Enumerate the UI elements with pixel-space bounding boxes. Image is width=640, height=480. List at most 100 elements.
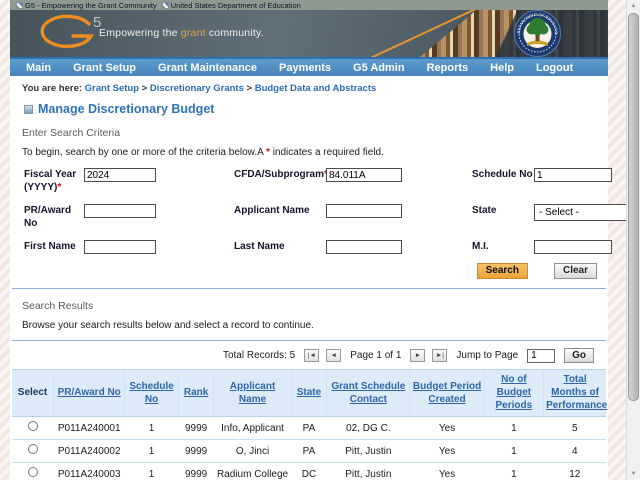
column-header-select: Select <box>18 387 47 398</box>
nav-item-help[interactable]: Help <box>479 62 525 74</box>
frame-title-text: G5 - Empowering the Grant Community <box>25 1 157 10</box>
education-seal-logo: DEPARTMENT OF EDUCATION <box>514 10 561 57</box>
cell-budget-period-created: Yes <box>410 440 484 463</box>
column-header-applicant-name[interactable]: Applicant Name <box>230 381 276 405</box>
cell-state: PA <box>291 440 327 463</box>
last-name-input[interactable] <box>326 240 402 254</box>
banner-tagline: Empowering the grant community. <box>99 27 264 39</box>
previous-page-button[interactable]: ◄ <box>326 349 341 362</box>
nav-item-payments[interactable]: Payments <box>268 62 342 74</box>
results-table: Select PR/Award No Schedule No Rank Appl… <box>12 369 606 480</box>
page-title-icon <box>24 105 33 114</box>
nav-item-g5-admin[interactable]: G5 Admin <box>342 62 416 74</box>
total-records: Total Records: 5 <box>223 350 295 361</box>
tagline-highlight: grant <box>181 27 206 39</box>
cfda-subprogram-input[interactable] <box>326 168 402 182</box>
table-header-row: Select PR/Award No Schedule No Rank Appl… <box>12 370 606 417</box>
column-header-no-of-budget-periods[interactable]: No of Budget Periods <box>496 374 533 411</box>
page-title: Manage Discretionary Budget <box>10 96 608 116</box>
nav-item-grant-setup[interactable]: Grant Setup <box>62 62 147 74</box>
broken-image-icon <box>16 2 23 9</box>
frame-title-2: United States Department of Education <box>162 1 301 10</box>
cell-budget-period-created: Yes <box>410 417 484 440</box>
page-title-text: Manage Discretionary Budget <box>38 102 214 116</box>
scrollbar-thumb[interactable] <box>628 13 639 401</box>
broken-image-icon <box>162 2 169 9</box>
first-name-label: First Name <box>24 240 84 254</box>
cell-rank: 9999 <box>178 463 214 480</box>
search-form-actions: Search Clear <box>10 254 608 279</box>
page-content: G5 - Empowering the Grant Community Unit… <box>10 0 608 480</box>
cell-schedule-no: 1 <box>125 417 178 440</box>
pr-award-no-label: PR/Award No <box>24 204 84 230</box>
table-row: P011A240001 1 9999 Info, Applicant PA 02… <box>12 417 606 440</box>
instructions-suffix: indicates a required field. <box>270 147 384 158</box>
state-select[interactable]: - Select - <box>534 204 640 221</box>
cell-grant-schedule-contact: 02, DG C. <box>327 417 410 440</box>
state-label: State <box>472 204 534 218</box>
cfda-subprogram-label: CFDA/Subprogram* <box>234 168 326 182</box>
scroll-down-icon[interactable]: ▼ <box>627 468 640 480</box>
frame-title-strip: G5 - Empowering the Grant Community Unit… <box>10 0 608 10</box>
column-header-pr-award-no[interactable]: PR/Award No <box>58 387 121 398</box>
applicant-name-label: Applicant Name <box>234 204 326 218</box>
cell-applicant-name: Radium College <box>214 463 291 480</box>
cell-state: PA <box>291 417 327 440</box>
first-name-input[interactable] <box>84 240 156 254</box>
pagination-top: Total Records: 5 |◄ ◄ Page 1 of 1 ► ►| J… <box>10 341 608 369</box>
pr-award-no-input[interactable] <box>84 204 156 218</box>
fiscal-year-input[interactable] <box>84 168 156 182</box>
cell-applicant-name: Info, Applicant <box>214 417 291 440</box>
nav-item-reports[interactable]: Reports <box>416 62 480 74</box>
next-page-button[interactable]: ► <box>410 349 425 362</box>
vertical-scrollbar[interactable]: ▲ ▼ <box>626 0 640 480</box>
nav-item-logout[interactable]: Logout <box>525 62 584 74</box>
breadcrumb-separator: > <box>142 83 148 94</box>
breadcrumb-link-budget-data[interactable]: Budget Data and Abstracts <box>255 83 377 94</box>
cell-rank: 9999 <box>178 440 214 463</box>
scroll-up-icon[interactable]: ▲ <box>627 0 640 12</box>
column-header-budget-period-created[interactable]: Budget Period Created <box>413 381 481 405</box>
breadcrumb-link-discretionary-grants[interactable]: Discretionary Grants <box>150 83 244 94</box>
select-record-radio[interactable] <box>28 444 38 454</box>
cell-total-months: 5 <box>544 417 606 440</box>
nav-item-main[interactable]: Main <box>10 62 62 74</box>
select-record-radio[interactable] <box>28 467 38 477</box>
nav-item-grant-maintenance[interactable]: Grant Maintenance <box>147 62 268 74</box>
application-window: G5 - Empowering the Grant Community Unit… <box>0 0 640 480</box>
cell-pr-award-no: P011A240003 <box>54 463 125 480</box>
cell-pr-award-no: P011A240001 <box>54 417 125 440</box>
breadcrumb: You are here: Grant Setup > Discretionar… <box>10 76 608 96</box>
applicant-name-input[interactable] <box>326 204 402 218</box>
schedule-no-input[interactable] <box>534 168 612 182</box>
search-instructions: To begin, search by one or more of the c… <box>10 139 608 158</box>
last-page-button[interactable]: ►| <box>432 349 447 362</box>
search-section-title: Enter Search Criteria <box>10 116 608 139</box>
schedule-no-label: Schedule No <box>472 168 534 182</box>
main-nav: Main Grant Setup Grant Maintenance Payme… <box>10 57 608 76</box>
search-form: Fiscal Year (YYYY)* CFDA/Subprogram* Sch… <box>10 158 608 254</box>
cell-budget-period-created: Yes <box>410 463 484 480</box>
cell-no-of-budget-periods: 1 <box>484 417 543 440</box>
column-header-grant-schedule-contact[interactable]: Grant Schedule Contact <box>331 381 405 405</box>
results-instructions: Browse your search results below and sel… <box>10 312 608 331</box>
cell-schedule-no: 1 <box>125 463 178 480</box>
column-header-state[interactable]: State <box>297 387 321 398</box>
table-row: P011A240002 1 9999 O, Jinci PA Pitt, Jus… <box>12 440 606 463</box>
column-header-total-months[interactable]: Total Months of Performance <box>546 374 607 411</box>
cell-grant-schedule-contact: Pitt, Justin <box>327 440 410 463</box>
jump-to-page-input[interactable] <box>527 349 555 363</box>
cell-applicant-name: O, Jinci <box>214 440 291 463</box>
middle-initial-input[interactable] <box>534 240 612 254</box>
select-record-radio[interactable] <box>28 421 38 431</box>
column-header-schedule-no[interactable]: Schedule No <box>129 381 173 405</box>
breadcrumb-link-grant-setup[interactable]: Grant Setup <box>85 83 139 94</box>
frame-title-1: G5 - Empowering the Grant Community <box>16 1 157 10</box>
search-button[interactable]: Search <box>477 263 528 279</box>
first-page-button[interactable]: |◄ <box>304 349 319 362</box>
column-header-rank[interactable]: Rank <box>184 387 208 398</box>
go-button[interactable]: Go <box>564 348 594 363</box>
jump-to-page-label: Jump to Page <box>456 350 518 361</box>
clear-button[interactable]: Clear <box>554 263 597 279</box>
tagline-suffix: community. <box>206 27 264 39</box>
